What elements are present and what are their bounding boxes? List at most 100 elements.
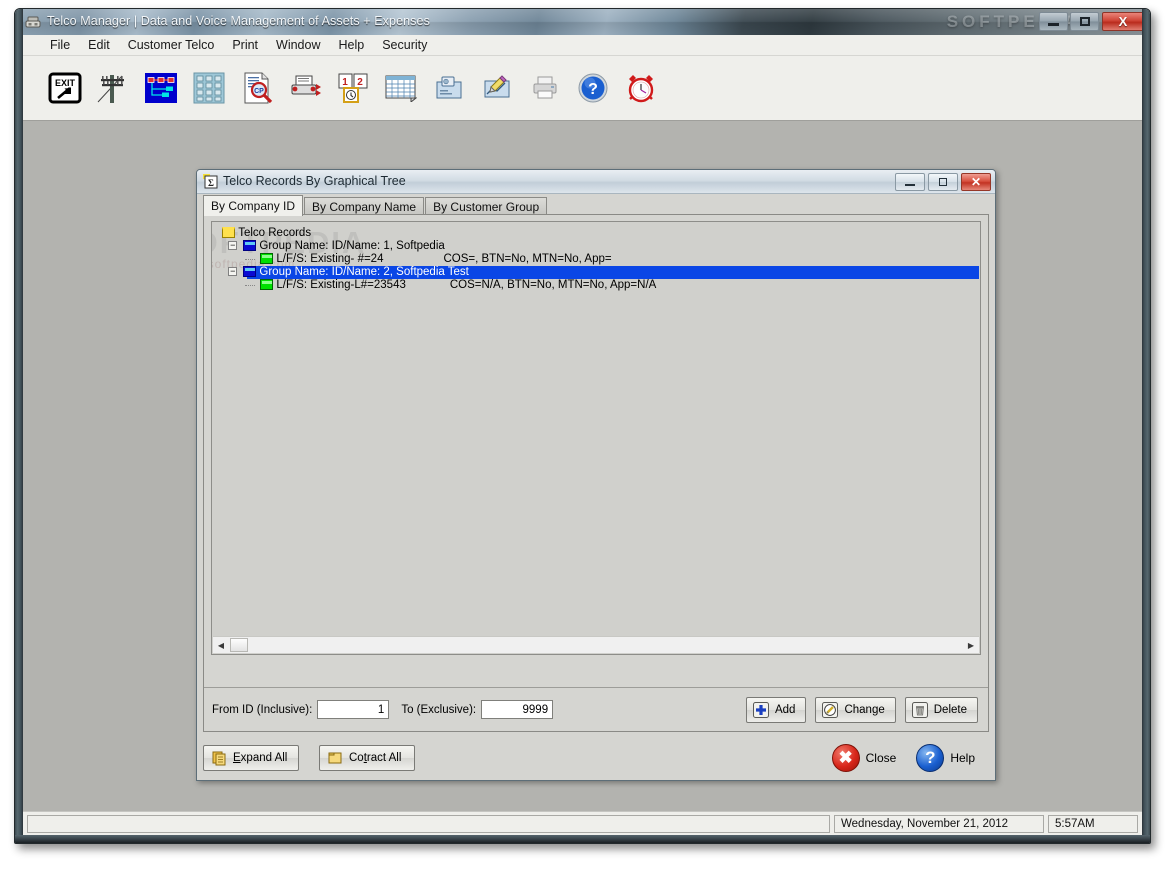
- folder-icon: [222, 227, 236, 238]
- expand-all-rest: xpand All: [240, 752, 288, 764]
- toolbar-button-schedule[interactable]: 1 2: [329, 63, 377, 113]
- tree-node-label: L/F/S: Existing- #=24: [276, 253, 384, 265]
- toolbar-button-print[interactable]: [521, 63, 569, 113]
- exit-icon: EXIT: [48, 72, 82, 104]
- tree-row[interactable]: L/F/S: Existing-L#=23543 COS=N/A, BTN=No,…: [217, 279, 979, 292]
- record-node-icon: [260, 253, 274, 264]
- change-button[interactable]: Change: [815, 696, 896, 723]
- group-node-icon: [243, 240, 257, 251]
- document-search-icon: CP: [244, 72, 273, 104]
- add-button-label: Add: [774, 703, 796, 716]
- tree-node-label: Group Name: ID/Name: 2, Softpedia Test: [259, 266, 469, 278]
- tab-by-company-name[interactable]: By Company Name: [304, 197, 425, 215]
- scrollbar-track[interactable]: [248, 637, 963, 653]
- range-and-actions-bar: From ID (Inclusive): To (Exclusive): Add: [204, 687, 988, 731]
- window-maximize-button[interactable]: [1070, 12, 1099, 31]
- tree-row[interactable]: − Group Name: ID/Name: 2, Softpedia Test: [217, 266, 979, 279]
- help-circle-icon: ?: [916, 744, 945, 772]
- tab-by-company-id[interactable]: By Company ID: [203, 195, 304, 216]
- edit-chart-icon: [484, 75, 510, 98]
- alarm-clock-icon: [628, 75, 654, 103]
- child-maximize-button[interactable]: [928, 173, 958, 191]
- svg-text:Σ: Σ: [208, 178, 214, 188]
- record-node-icon: [260, 279, 274, 290]
- help-button[interactable]: ? Help: [916, 744, 975, 772]
- expand-all-label: Expand All: [233, 752, 288, 764]
- toolbar-button-graphical-tree[interactable]: [137, 63, 185, 113]
- menu-item-edit[interactable]: Edit: [79, 36, 119, 54]
- toolbar-button-edit-chart[interactable]: [473, 63, 521, 113]
- window-frame-right: [1142, 9, 1150, 843]
- toolbar-button-fax[interactable]: [281, 63, 329, 113]
- pencil-edit-icon: [822, 701, 839, 718]
- contract-all-button[interactable]: Cotract All: [319, 745, 415, 771]
- close-button[interactable]: ✖ Close: [831, 744, 897, 772]
- menu-item-file[interactable]: File: [41, 36, 79, 54]
- child-close-button[interactable]: ✕: [961, 173, 991, 191]
- menubar: File Edit Customer Telco Print Window He…: [23, 35, 1144, 56]
- report-image-icon: [436, 76, 462, 99]
- toolbar: EXIT CP 1 2 ?: [23, 56, 1144, 121]
- tree-expander[interactable]: −: [228, 241, 238, 250]
- menu-item-print[interactable]: Print: [223, 36, 267, 54]
- toolbar-button-help[interactable]: ?: [569, 63, 617, 113]
- menu-item-help[interactable]: Help: [329, 36, 373, 54]
- tree-row[interactable]: L/F/S: Existing- #=24 COS=, BTN=No, MTN=N…: [217, 253, 979, 266]
- tab-panel-by-company-id: SOFTPEDIA www.softpedia.com Telco Record…: [203, 214, 989, 732]
- tabstrip: By Company ID By Company Name By Custome…: [203, 195, 548, 216]
- network-tree-icon: [145, 73, 177, 103]
- keypad-icon: [193, 72, 225, 104]
- add-button[interactable]: Add: [745, 696, 807, 723]
- expand-all-button[interactable]: Expand All: [203, 745, 299, 771]
- minimize-icon: [1040, 13, 1067, 30]
- toolbar-button-dialpad[interactable]: [185, 63, 233, 113]
- tree-connector: [245, 285, 256, 286]
- collapse-folder-icon: [328, 752, 342, 764]
- expand-folder-icon: [212, 751, 226, 766]
- close-button-label: Close: [865, 751, 897, 765]
- status-time: 5:57AM: [1048, 814, 1138, 833]
- from-id-label: From ID (Inclusive):: [212, 703, 313, 716]
- to-id-input[interactable]: [481, 700, 554, 719]
- from-id-input[interactable]: [317, 700, 390, 719]
- tree-content: SOFTPEDIA www.softpedia.com Telco Record…: [212, 223, 979, 637]
- window-minimize-button[interactable]: [1039, 12, 1068, 31]
- tree-horizontal-scrollbar[interactable]: ◀ ▶: [213, 636, 979, 653]
- tree-row[interactable]: Telco Records: [217, 227, 979, 240]
- svg-text:2: 2: [357, 77, 363, 88]
- tree-node-detail: COS=, BTN=No, MTN=No, App=: [443, 253, 612, 265]
- scrollbar-thumb[interactable]: [230, 638, 248, 652]
- scroll-right-arrow-icon[interactable]: ▶: [963, 637, 979, 653]
- toolbar-button-telco-lines[interactable]: [89, 63, 137, 113]
- child-window-footer: Expand All Cotract All ✖ Close ? Help: [203, 738, 989, 778]
- window-frame-bottom: [15, 835, 1150, 843]
- scroll-left-arrow-icon[interactable]: ◀: [213, 637, 229, 653]
- telco-records-window: Σ Telco Records By Graphical Tree ✕ By C…: [196, 169, 996, 781]
- tree-row[interactable]: − Group Name: ID/Name: 1, Softpedia: [217, 240, 979, 253]
- telephone-icon: [25, 16, 41, 28]
- window-title: Telco Manager | Data and Voice Managemen…: [47, 14, 430, 28]
- tree-node-label: L/F/S: Existing-L#=23543: [276, 279, 406, 291]
- svg-text:EXIT: EXIT: [55, 78, 76, 88]
- menu-item-security[interactable]: Security: [373, 36, 436, 54]
- menu-item-customer-telco[interactable]: Customer Telco: [119, 36, 224, 54]
- plus-icon: [752, 701, 769, 718]
- window-frame-left: [15, 9, 23, 843]
- tab-by-customer-group[interactable]: By Customer Group: [425, 197, 548, 215]
- toolbar-button-alarm[interactable]: [617, 63, 665, 113]
- mdi-client-area: Σ Telco Records By Graphical Tree ✕ By C…: [23, 121, 1144, 821]
- delete-button[interactable]: Delete: [904, 696, 978, 723]
- window-close-button[interactable]: X: [1102, 12, 1144, 31]
- menu-item-window[interactable]: Window: [267, 36, 329, 54]
- toolbar-button-reports[interactable]: [425, 63, 473, 113]
- tree-expander[interactable]: −: [228, 267, 238, 276]
- schedule-clock-icon: 1 2: [338, 73, 368, 103]
- child-minimize-button[interactable]: [895, 173, 925, 191]
- telco-records-tree[interactable]: SOFTPEDIA www.softpedia.com Telco Record…: [211, 221, 981, 655]
- fax-machine-icon: [291, 75, 321, 96]
- toolbar-button-find-cp-record[interactable]: CP: [233, 63, 281, 113]
- tree-report-icon: Σ: [203, 174, 218, 189]
- status-message: [27, 814, 830, 833]
- toolbar-button-exit[interactable]: EXIT: [41, 63, 89, 113]
- toolbar-button-spreadsheet[interactable]: [377, 63, 425, 113]
